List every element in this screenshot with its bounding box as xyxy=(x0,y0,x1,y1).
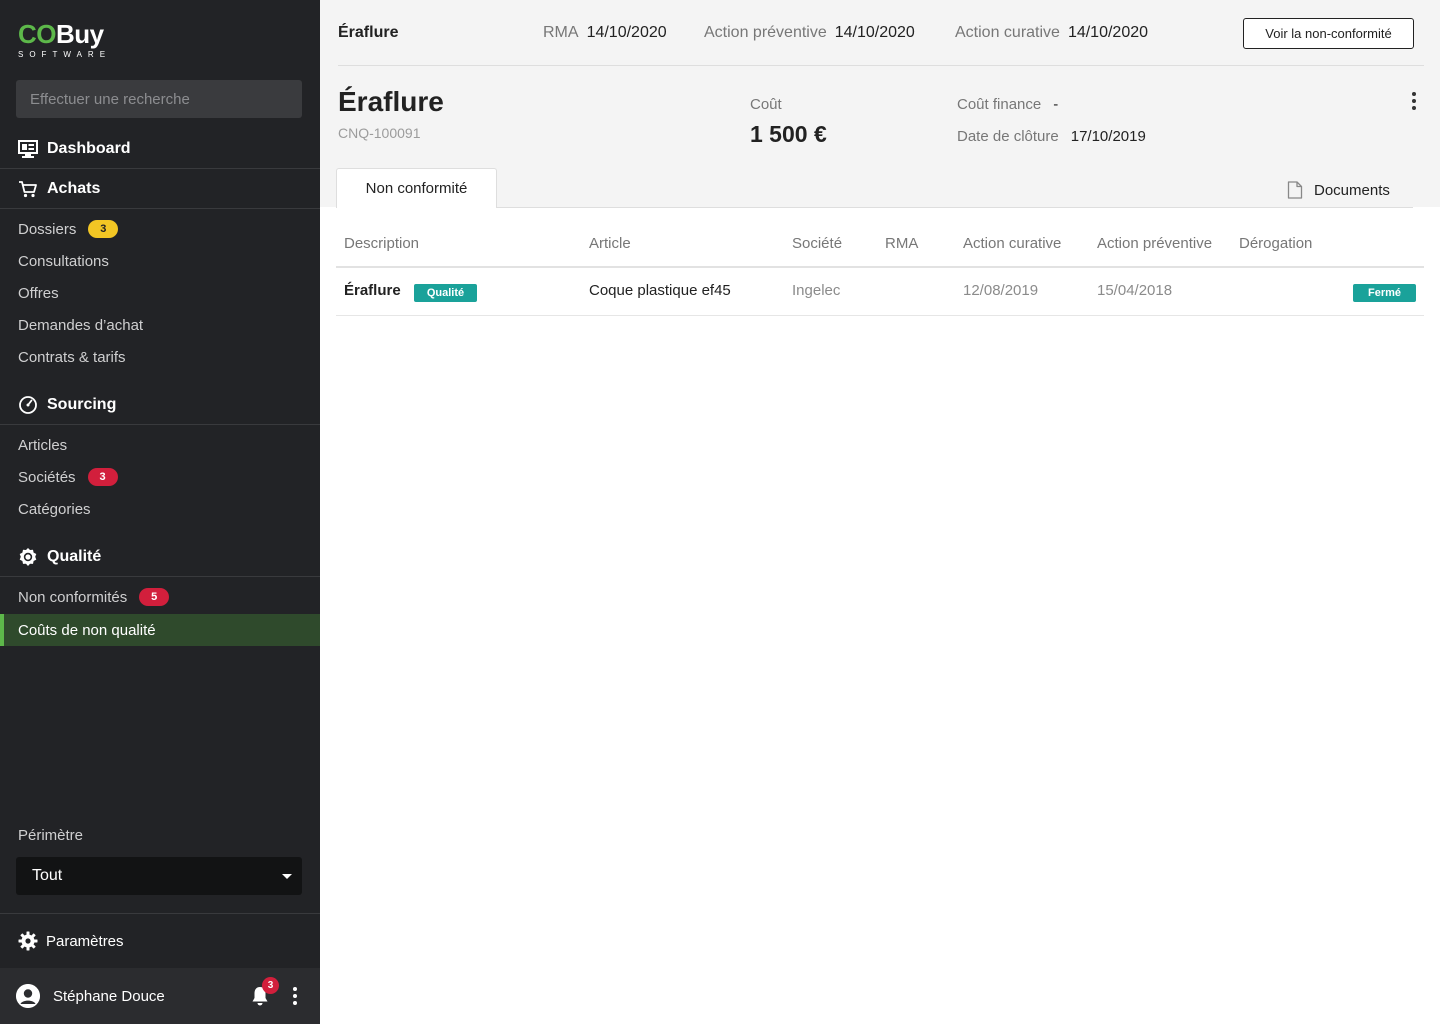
main-content: Éraflure RMA 14/10/2020 Action préventive… xyxy=(320,0,1440,1024)
cell-action-preventive: 15/04/2018 xyxy=(1097,282,1173,299)
preventive-label: Action préventive xyxy=(704,24,827,41)
topbar-rma: RMA 14/10/2020 xyxy=(543,24,667,42)
curative-value: 14/10/2020 xyxy=(1067,24,1149,41)
gauge-icon xyxy=(18,395,38,415)
perimeter-label: Périmètre xyxy=(18,827,84,844)
top-bar: Éraflure RMA 14/10/2020 Action préventive… xyxy=(338,0,1424,66)
sidebar-item-label: Consultations xyxy=(18,252,109,270)
sidebar: COBuy SOFTWARE Dashboard Achats Dossiers… xyxy=(0,0,320,1024)
logo-buy: Buy xyxy=(56,19,104,49)
search-input[interactable] xyxy=(16,80,302,118)
settings-label: Paramètres xyxy=(46,932,124,950)
sidebar-item-demandes-achat[interactable]: Demandes d’achat xyxy=(0,309,320,341)
user-name[interactable]: Stéphane Douce xyxy=(53,988,165,1005)
nav-qualite[interactable]: Qualité xyxy=(0,537,320,577)
cell-action-curative: 12/08/2019 xyxy=(963,282,1039,299)
table-row[interactable]: Éraflure Qualité Coque plastique ef45 In… xyxy=(336,268,1424,316)
sidebar-item-label: Dossiers xyxy=(18,220,77,238)
document-icon xyxy=(1287,181,1303,199)
settings-link[interactable]: Paramètres xyxy=(18,929,124,953)
column-header-description[interactable]: Description xyxy=(344,235,419,252)
more-options-icon[interactable] xyxy=(1410,92,1418,114)
sidebar-item-label: Coûts de non qualité xyxy=(18,621,156,639)
user-menu-icon[interactable] xyxy=(291,987,299,1009)
sidebar-item-label: Non conformités xyxy=(18,588,128,606)
page-title: Éraflure xyxy=(338,86,444,117)
quality-seal-icon xyxy=(18,547,38,567)
nav-qualite-label: Qualité xyxy=(47,547,102,565)
logo[interactable]: COBuy SOFTWARE xyxy=(18,20,111,59)
column-header-derogation[interactable]: Dérogation xyxy=(1239,235,1312,252)
sidebar-item-label: Catégories xyxy=(18,500,91,518)
view-nonconformity-button[interactable]: Voir la non-conformité xyxy=(1243,18,1414,49)
rma-label: RMA xyxy=(543,24,579,41)
nav-sourcing-label: Sourcing xyxy=(47,395,117,413)
gear-icon xyxy=(18,931,38,951)
preventive-value: 14/10/2020 xyxy=(834,24,915,41)
sidebar-item-contrats-tarifs[interactable]: Contrats & tarifs xyxy=(0,341,320,373)
finance-cost-value: - xyxy=(1053,96,1059,113)
tab-documents[interactable]: Documents xyxy=(1287,179,1390,201)
closing-date-label: Date de clôture xyxy=(957,128,1059,145)
sidebar-item-offres[interactable]: Offres xyxy=(0,277,320,309)
column-header-article[interactable]: Article xyxy=(589,235,631,252)
avatar[interactable] xyxy=(16,984,40,1008)
cell-description: Éraflure xyxy=(344,282,401,299)
sidebar-item-label: Contrats & tarifs xyxy=(18,348,126,366)
monitor-icon xyxy=(18,139,38,159)
sidebar-item-dossiers[interactable]: Dossiers 3 xyxy=(0,213,320,245)
sidebar-item-consultations[interactable]: Consultations xyxy=(0,245,320,277)
sidebar-item-label: Articles xyxy=(18,436,68,454)
nav-dashboard-label: Dashboard xyxy=(47,139,131,157)
status-badge: Fermé xyxy=(1353,284,1416,302)
divider xyxy=(0,913,320,914)
cell-societe: Ingelec xyxy=(792,282,841,299)
sidebar-item-label: Demandes d’achat xyxy=(18,316,144,334)
tab-documents-label: Documents xyxy=(1314,181,1390,199)
perimeter-value: Tout xyxy=(32,867,63,884)
count-badge: 3 xyxy=(87,468,118,486)
finance-cost: Coût finance - xyxy=(957,96,1058,113)
nav-achats[interactable]: Achats xyxy=(0,169,320,209)
column-header-action-curative[interactable]: Action curative xyxy=(963,235,1061,252)
column-header-societe[interactable]: Société xyxy=(792,235,842,252)
column-header-action-preventive[interactable]: Action préventive xyxy=(1097,235,1212,252)
caret-down-icon xyxy=(282,874,292,879)
sidebar-item-label: Offres xyxy=(18,284,59,302)
rma-value: 14/10/2020 xyxy=(586,24,667,41)
logo-co: CO xyxy=(18,19,57,49)
sidebar-item-label: Sociétés xyxy=(18,468,76,486)
sidebar-item-couts-non-qualite[interactable]: Coûts de non qualité xyxy=(0,614,320,646)
sidebar-item-non-conformites[interactable]: Non conformités 5 xyxy=(0,581,320,613)
closing-date-value: 17/10/2019 xyxy=(1070,128,1146,145)
quality-tag: Qualité xyxy=(414,284,477,302)
tab-divider xyxy=(497,207,1413,208)
notification-badge: 3 xyxy=(262,977,279,994)
record-reference: CNQ-100091 xyxy=(338,125,421,141)
tab-non-conformite[interactable]: Non conformité xyxy=(336,168,497,208)
topbar-title: Éraflure xyxy=(338,24,399,41)
count-badge: 3 xyxy=(88,220,119,238)
nav-sourcing[interactable]: Sourcing xyxy=(0,385,320,425)
nav-achats-label: Achats xyxy=(47,179,101,197)
cost-value: 1 500 € xyxy=(750,121,827,147)
nav-dashboard[interactable]: Dashboard xyxy=(0,129,320,169)
sidebar-item-articles[interactable]: Articles xyxy=(0,429,320,461)
sidebar-item-societes[interactable]: Sociétés 3 xyxy=(0,461,320,493)
sidebar-item-categories[interactable]: Catégories xyxy=(0,493,320,525)
count-badge: 5 xyxy=(139,588,170,606)
cost-label: Coût xyxy=(750,96,782,113)
curative-label: Action curative xyxy=(955,24,1060,41)
cell-article: Coque plastique ef45 xyxy=(589,282,731,299)
topbar-curative: Action curative 14/10/2020 xyxy=(955,24,1148,42)
column-header-rma[interactable]: RMA xyxy=(885,235,918,252)
logo-subtitle: SOFTWARE xyxy=(18,50,112,59)
perimeter-select[interactable]: Tout xyxy=(16,857,302,895)
cart-icon xyxy=(18,179,38,199)
topbar-preventive: Action préventive 14/10/2020 xyxy=(704,24,915,42)
finance-cost-label: Coût finance xyxy=(957,96,1042,113)
closing-date: Date de clôture 17/10/2019 xyxy=(957,128,1146,145)
